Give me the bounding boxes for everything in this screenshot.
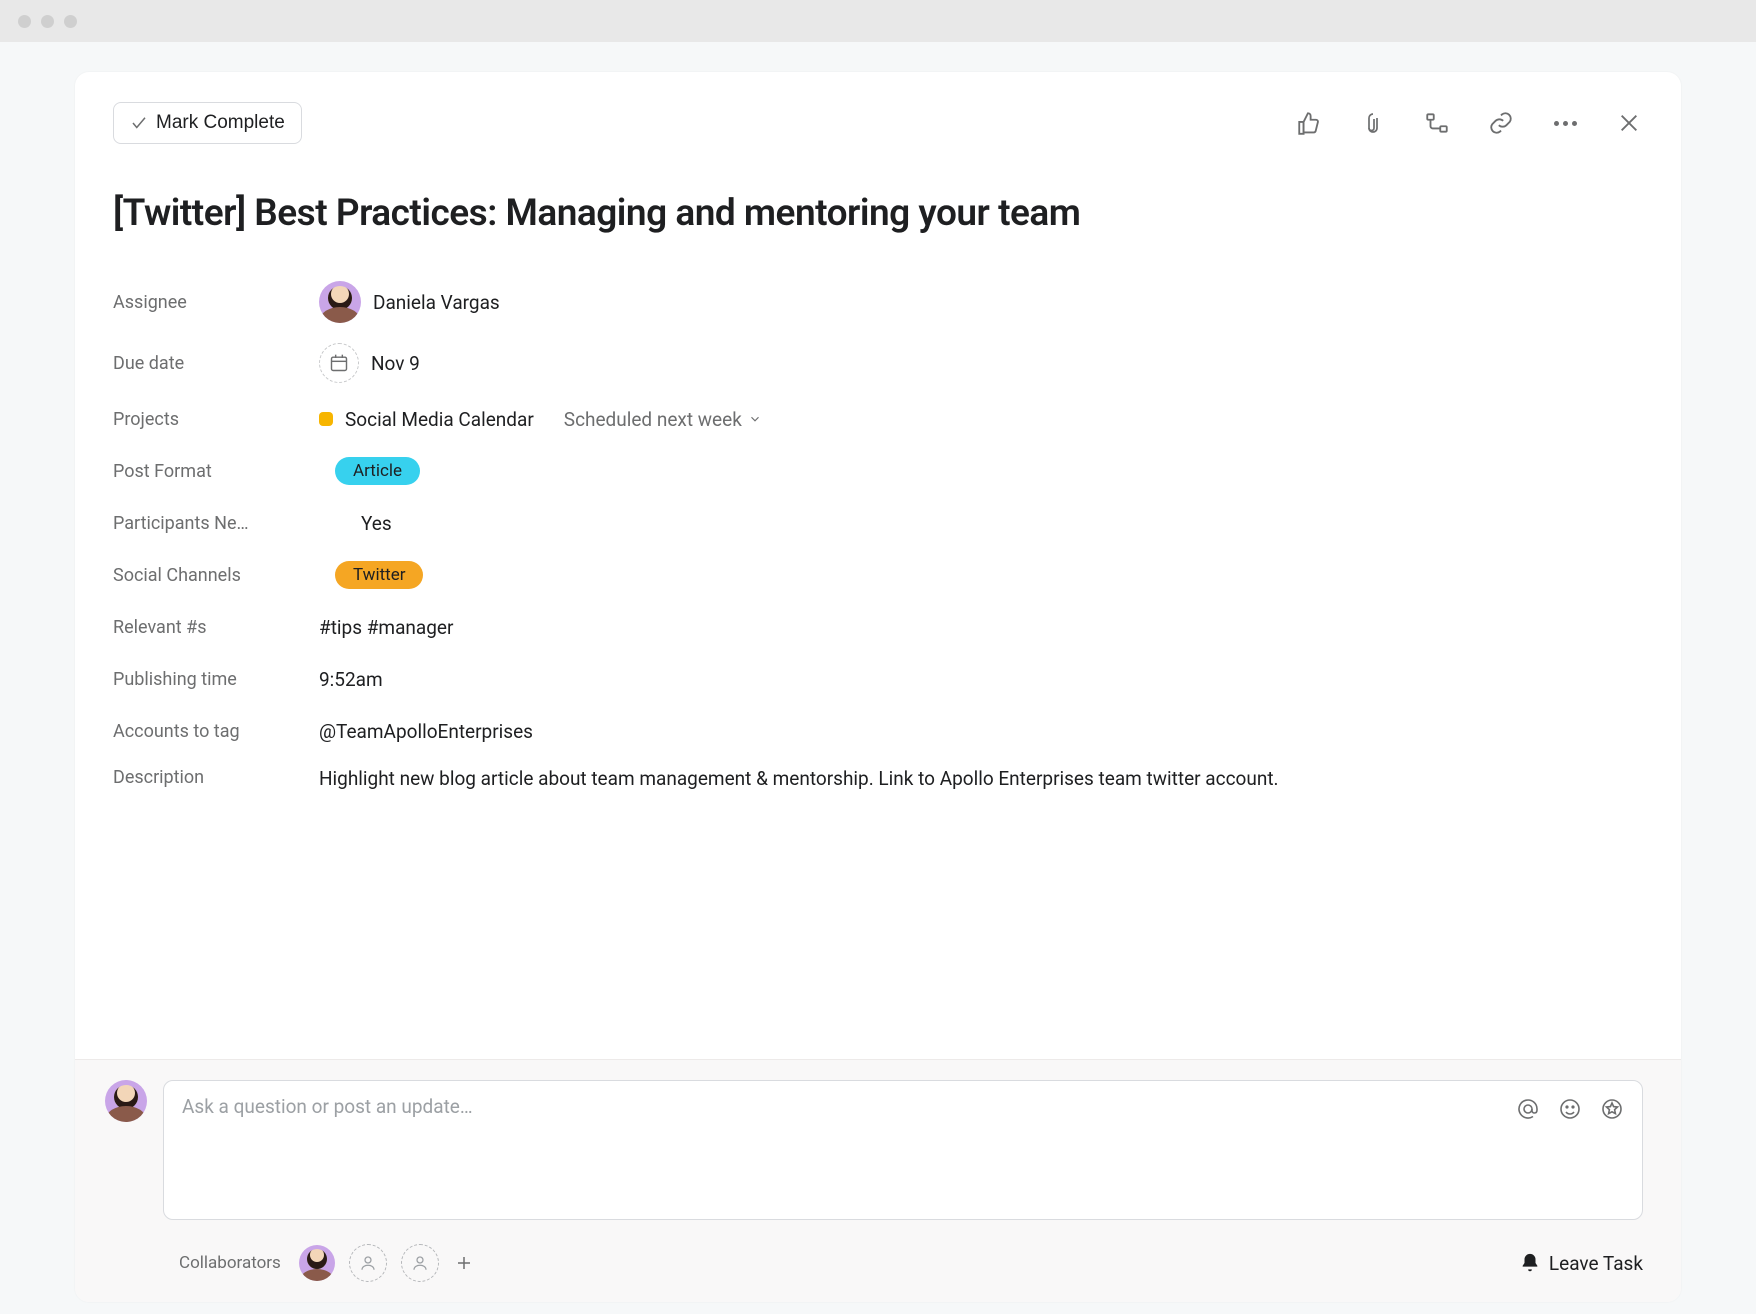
thumbs-up-icon xyxy=(1296,110,1322,136)
field-label-social-channels: Social Channels xyxy=(113,565,319,586)
bell-icon xyxy=(1519,1252,1541,1274)
participants-text: Yes xyxy=(361,512,392,535)
mark-complete-label: Mark Complete xyxy=(156,112,285,134)
field-label-description: Description xyxy=(113,767,319,788)
social-channels-value[interactable]: Twitter xyxy=(319,561,423,589)
field-relevant-hashtags: Relevant #s #tips #manager xyxy=(113,601,1643,653)
relevant-hashtags-value[interactable]: #tips #manager xyxy=(319,616,453,639)
paperclip-icon xyxy=(1361,110,1385,136)
field-description: Description Highlight new blog article a… xyxy=(113,757,1643,809)
field-label-publishing-time: Publishing time xyxy=(113,669,319,690)
description-value[interactable]: Highlight new blog article about team ma… xyxy=(319,767,1643,790)
add-collaborator-button[interactable] xyxy=(453,1252,475,1274)
field-participants-needed: Participants Ne… Yes xyxy=(113,497,1643,549)
task-toolbar: Mark Complete xyxy=(113,102,1643,144)
copy-link-button[interactable] xyxy=(1487,109,1515,137)
mark-complete-button[interactable]: Mark Complete xyxy=(113,102,302,144)
field-label-due-date: Due date xyxy=(113,353,319,374)
field-label-assignee: Assignee xyxy=(113,292,319,313)
collaborator-placeholder[interactable] xyxy=(401,1244,439,1282)
field-post-format: Post Format Article xyxy=(113,445,1643,497)
person-icon xyxy=(411,1254,429,1272)
post-format-value[interactable]: Article xyxy=(319,457,420,485)
field-due-date: Due date Nov 9 xyxy=(113,333,1643,393)
leave-task-button[interactable]: Leave Task xyxy=(1519,1252,1643,1275)
project-section-dropdown[interactable]: Scheduled next week xyxy=(564,408,762,431)
field-label-participants: Participants Ne… xyxy=(113,513,319,534)
field-accounts-to-tag: Accounts to tag @TeamApolloEnterprises xyxy=(113,705,1643,757)
field-label-relevant-hashtags: Relevant #s xyxy=(113,617,319,638)
leave-task-label: Leave Task xyxy=(1549,1252,1643,1275)
assignee-name: Daniela Vargas xyxy=(373,291,500,314)
subtask-button[interactable] xyxy=(1423,109,1451,137)
publishing-time-text: 9:52am xyxy=(319,668,383,691)
relevant-hashtags-text: #tips #manager xyxy=(319,616,453,639)
field-publishing-time: Publishing time 9:52am xyxy=(113,653,1643,705)
due-date-text: Nov 9 xyxy=(371,352,420,375)
window-dot xyxy=(64,15,77,28)
avatar xyxy=(319,281,361,323)
close-button[interactable] xyxy=(1615,109,1643,137)
publishing-time-value[interactable]: 9:52am xyxy=(319,668,383,691)
ellipsis-icon xyxy=(1554,121,1577,126)
appreciation-icon[interactable] xyxy=(1600,1097,1624,1121)
date-picker-button[interactable] xyxy=(319,343,359,383)
collaborators-label: Collaborators xyxy=(179,1253,281,1273)
assignee-value[interactable]: Daniela Vargas xyxy=(319,281,500,323)
comment-row xyxy=(105,1080,1643,1220)
field-social-channels: Social Channels Twitter xyxy=(113,549,1643,601)
like-button[interactable] xyxy=(1295,109,1323,137)
window-dot xyxy=(41,15,54,28)
plus-icon xyxy=(455,1254,473,1272)
accounts-to-tag-text: @TeamApolloEnterprises xyxy=(319,720,533,743)
accounts-to-tag-value[interactable]: @TeamApolloEnterprises xyxy=(319,720,533,743)
calendar-icon xyxy=(329,353,349,373)
field-assignee: Assignee Daniela Vargas xyxy=(113,271,1643,333)
browser-chrome xyxy=(0,0,1756,42)
window-dot xyxy=(18,15,31,28)
field-label-post-format: Post Format xyxy=(113,461,319,482)
comment-input[interactable] xyxy=(182,1095,1516,1118)
projects-value: Social Media Calendar Scheduled next wee… xyxy=(319,408,762,431)
due-date-value[interactable]: Nov 9 xyxy=(319,343,420,383)
collaborators-left: Collaborators xyxy=(179,1244,475,1282)
task-title[interactable]: [Twitter] Best Practices: Managing and m… xyxy=(113,192,1643,235)
mention-icon[interactable] xyxy=(1516,1097,1540,1121)
collaborator-avatar[interactable] xyxy=(299,1245,335,1281)
field-label-accounts-to-tag: Accounts to tag xyxy=(113,721,319,742)
subtask-icon xyxy=(1424,110,1450,136)
project-name[interactable]: Social Media Calendar xyxy=(345,408,534,431)
person-icon xyxy=(359,1254,377,1272)
project-color-dot xyxy=(319,412,333,426)
check-icon xyxy=(130,114,148,132)
comment-box[interactable] xyxy=(163,1080,1643,1220)
comment-toolbar xyxy=(1516,1095,1624,1121)
task-pane: Mark Complete xyxy=(75,72,1681,1302)
project-section-label: Scheduled next week xyxy=(564,408,742,431)
more-actions-button[interactable] xyxy=(1551,109,1579,137)
field-label-projects: Projects xyxy=(113,409,319,430)
emoji-icon[interactable] xyxy=(1558,1097,1582,1121)
task-footer: Collaborators Leave Task xyxy=(75,1059,1681,1302)
social-channel-pill: Twitter xyxy=(335,561,423,589)
link-icon xyxy=(1488,110,1514,136)
collaborator-placeholder[interactable] xyxy=(349,1244,387,1282)
toolbar-actions xyxy=(1295,109,1643,137)
close-icon xyxy=(1618,112,1640,134)
description-text: Highlight new blog article about team ma… xyxy=(319,767,1279,790)
collaborators-row: Collaborators Leave Task xyxy=(105,1244,1643,1282)
field-projects: Projects Social Media Calendar Scheduled… xyxy=(113,393,1643,445)
attachment-button[interactable] xyxy=(1359,109,1387,137)
participants-value[interactable]: Yes xyxy=(319,512,392,535)
post-format-pill: Article xyxy=(335,457,420,485)
current-user-avatar xyxy=(105,1080,147,1122)
chevron-down-icon xyxy=(748,412,762,426)
